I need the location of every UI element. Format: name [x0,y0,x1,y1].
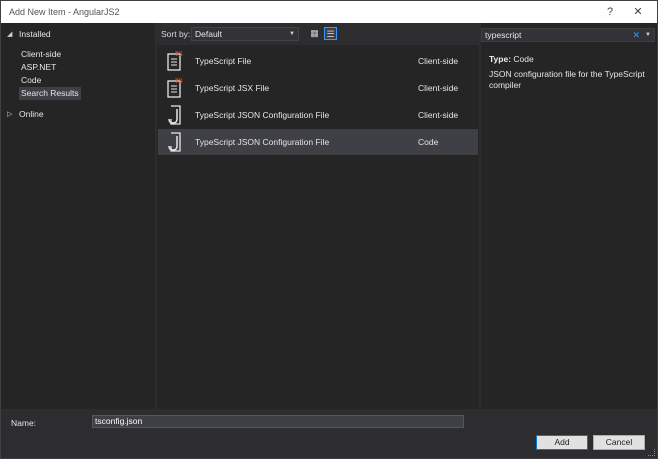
name-label: Name: [11,418,37,428]
item-category: Client-side [418,110,459,120]
type-label: Type: [489,54,512,64]
tree-node-client-side[interactable]: Client-side [21,48,61,61]
tree-node-label: ASP.NET [21,62,57,72]
tree-node-label: Client-side [21,49,62,59]
clear-search-icon[interactable]: ✕ [632,29,640,41]
tree-node-search-results[interactable]: Search Results [19,87,81,100]
cancel-button[interactable]: Cancel [593,435,645,450]
expanded-arrow-icon: ◢ [7,31,13,38]
item-name: TypeScript JSON Configuration File [195,110,330,120]
list-item[interactable]: TS TypeScript File Client-side [158,48,478,74]
chevron-down-icon[interactable]: ▼ [645,29,651,41]
details-panel: typescript ✕ ▼ Type: Code JSON configura… [481,23,657,409]
help-button[interactable]: ? [601,4,619,20]
resize-grip-icon[interactable] [648,449,655,456]
list-item[interactable]: TypeScript JSON Configuration File Code [158,129,478,155]
grid-view-icon[interactable]: ▦ [308,27,321,40]
list-toolbar: Sort by: Default ▼ ▦ ☰ [157,23,479,45]
typescript-file-icon: TS [167,79,183,98]
collapsed-arrow-icon: ▷ [7,111,13,118]
template-tree: ◢ Installed Client-side ASP.NET Code Sea… [1,23,155,409]
add-button[interactable]: Add [536,435,588,450]
type-line: Type: Code [489,54,534,64]
search-value: typescript [485,30,522,40]
json-config-icon [168,105,181,125]
sort-by-label: Sort by: [161,29,191,39]
tree-node-label: Online [19,109,44,119]
search-input[interactable]: typescript ✕ ▼ [481,28,655,42]
svg-text:TS: TS [175,79,183,85]
template-description: JSON configuration file for the TypeScri… [489,69,645,90]
sort-by-dropdown[interactable]: Default ▼ [191,27,299,41]
json-config-icon [168,132,181,152]
svg-text:TS: TS [175,52,183,58]
list-item[interactable]: TypeScript JSON Configuration File Clien… [158,102,478,128]
item-name: TypeScript JSX File [195,83,270,93]
close-button[interactable]: ✕ [629,4,647,20]
name-field[interactable]: tsconfig.json [92,415,464,428]
list-view-icon[interactable]: ☰ [324,27,337,40]
add-new-item-dialog: Add New Item - AngularJS2 ? ✕ ◢ Installe… [0,0,658,459]
tree-node-label: Installed [19,29,51,39]
item-category: Client-side [418,56,459,66]
item-category: Code [418,137,439,147]
tree-node-online[interactable]: ▷ Online [1,108,155,121]
tree-node-code[interactable]: Code [21,74,41,87]
chevron-down-icon: ▼ [289,31,295,37]
sort-by-value: Default [195,29,222,39]
tree-node-label: Search Results [21,88,79,98]
list-item[interactable]: TS TypeScript JSX File Client-side [158,75,478,101]
tree-node-installed[interactable]: ◢ Installed [1,28,155,41]
tree-node-label: Code [21,75,42,85]
item-category: Client-side [418,83,459,93]
item-name: TypeScript File [195,56,252,66]
tree-node-aspnet[interactable]: ASP.NET [21,61,56,74]
type-value: Code [513,54,534,64]
typescript-file-icon: TS [167,52,183,71]
template-list-panel: Sort by: Default ▼ ▦ ☰ TS TypeScript Fil… [157,23,479,409]
title-bar: Add New Item - AngularJS2 ? ✕ [1,1,657,23]
window-title: Add New Item - AngularJS2 [9,7,120,17]
item-name: TypeScript JSON Configuration File [195,137,330,147]
